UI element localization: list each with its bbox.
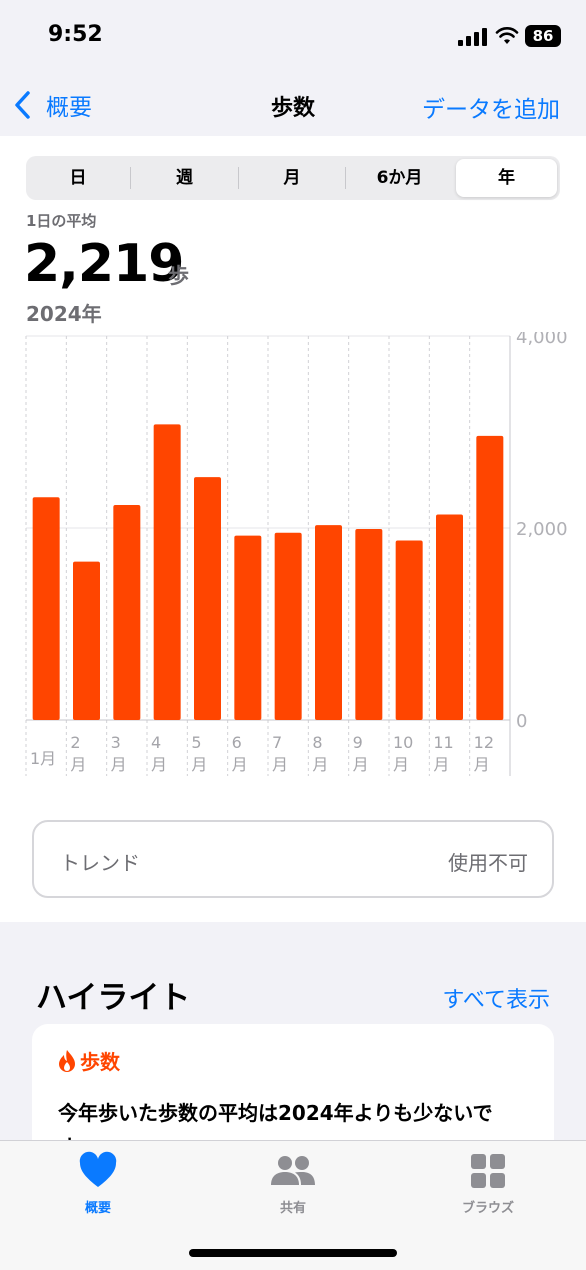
x-tick-label-unit: 月	[312, 755, 328, 774]
x-tick-label-unit: 月	[70, 755, 86, 774]
tab-summary-label: 概要	[84, 1201, 111, 1216]
x-tick-label: 7	[272, 733, 282, 752]
grid-icon	[471, 1154, 505, 1188]
bar-11月	[436, 514, 463, 720]
x-tick-label-unit: 月	[272, 755, 288, 774]
average-label: 1日の平均	[26, 212, 97, 230]
battery-indicator: 86	[525, 25, 561, 47]
tab-sharing-label: 共有	[279, 1201, 306, 1216]
bar-7月	[274, 532, 302, 720]
status-bar: 9:52 86	[0, 0, 586, 74]
trend-value: 使用不可	[448, 851, 528, 875]
x-tick-label-unit: 月	[232, 755, 248, 774]
x-tick-label: 11	[433, 733, 453, 752]
segment-month[interactable]: 月	[239, 156, 345, 200]
segment-year[interactable]: 年	[456, 159, 557, 197]
bar-12月	[476, 435, 504, 720]
bar-10月	[395, 540, 423, 720]
x-tick-label-unit: 月	[151, 755, 167, 774]
flame-icon	[59, 1049, 75, 1072]
period-segmented-control: 日 週 月 6か月 年	[26, 156, 560, 200]
signal-icon	[458, 28, 487, 46]
x-tick-label: 5	[191, 733, 201, 752]
highlight-card-title: 歩数	[80, 1050, 120, 1074]
x-tick-label: 9	[353, 733, 363, 752]
period-label: 2024年	[26, 302, 102, 326]
x-tick-label: 8	[312, 733, 322, 752]
add-data-button[interactable]: データを追加	[422, 90, 560, 124]
trend-label: トレンド	[60, 851, 140, 875]
y-tick-label: 0	[516, 711, 527, 732]
y-tick-label: 2,000	[516, 519, 568, 540]
x-tick-label-unit: 月	[353, 755, 369, 774]
x-tick-label: 3	[111, 733, 121, 752]
bar-9月	[355, 528, 383, 720]
x-tick-label-unit: 月	[474, 755, 490, 774]
bar-8月	[315, 525, 342, 720]
steps-bar-chart[interactable]: 4,000 2,000 0 1月 2 月 3 月 4 月 5 月 6 月 7 月 8 月 9 月 10 月 11 月 12 月	[0, 332, 586, 782]
show-all-link[interactable]: すべて表示	[442, 982, 550, 1014]
x-tick-label: 12	[474, 733, 494, 752]
bar-3月	[113, 504, 141, 720]
segment-week[interactable]: 週	[131, 156, 238, 200]
x-tick-label-unit: 月	[433, 755, 449, 774]
bar-1月	[32, 497, 60, 720]
bar-5月	[194, 477, 221, 720]
tab-bar: 概要 共有 ブラウズ	[0, 1140, 586, 1270]
y-tick-label: 4,000	[516, 332, 568, 348]
bar-2月	[73, 561, 100, 720]
x-tick-label: 10	[393, 733, 413, 752]
x-tick-label-unit: 月	[111, 755, 127, 774]
trend-card[interactable]: トレンド 使用不可	[32, 820, 554, 898]
tab-sharing[interactable]: 共有	[233, 1151, 353, 1216]
x-tick-label: 6	[232, 733, 242, 752]
steps-card: 日 週 月 6か月 年 1日の平均 2,219 歩 2024年 4,000 2,0…	[0, 136, 586, 922]
segment-6month[interactable]: 6か月	[346, 156, 453, 200]
navigation-bar: 概要 歩数 データを追加	[0, 74, 586, 136]
x-tick-label: 4	[151, 733, 161, 752]
bar-4月	[153, 424, 181, 720]
segment-day[interactable]: 日	[26, 156, 130, 200]
tab-summary[interactable]: 概要	[38, 1151, 158, 1216]
people-icon	[271, 1156, 315, 1185]
x-tick-label-unit: 月	[191, 755, 207, 774]
heart-icon	[79, 1151, 117, 1187]
x-tick-label: 1月	[30, 749, 56, 768]
x-tick-label-unit: 月	[393, 755, 409, 774]
average-unit: 歩	[168, 264, 189, 288]
home-indicator	[189, 1249, 397, 1257]
highlight-card-header: 歩数	[58, 1046, 120, 1075]
tab-browse-label: ブラウズ	[461, 1201, 514, 1216]
bar-6月	[234, 535, 262, 720]
tab-browse[interactable]: ブラウズ	[428, 1151, 548, 1216]
average-value: 2,219	[24, 234, 184, 294]
status-time: 9:52	[48, 22, 103, 47]
highlights-heading: ハイライト	[36, 980, 191, 1016]
wifi-icon	[495, 27, 519, 44]
x-tick-label: 2	[70, 733, 80, 752]
